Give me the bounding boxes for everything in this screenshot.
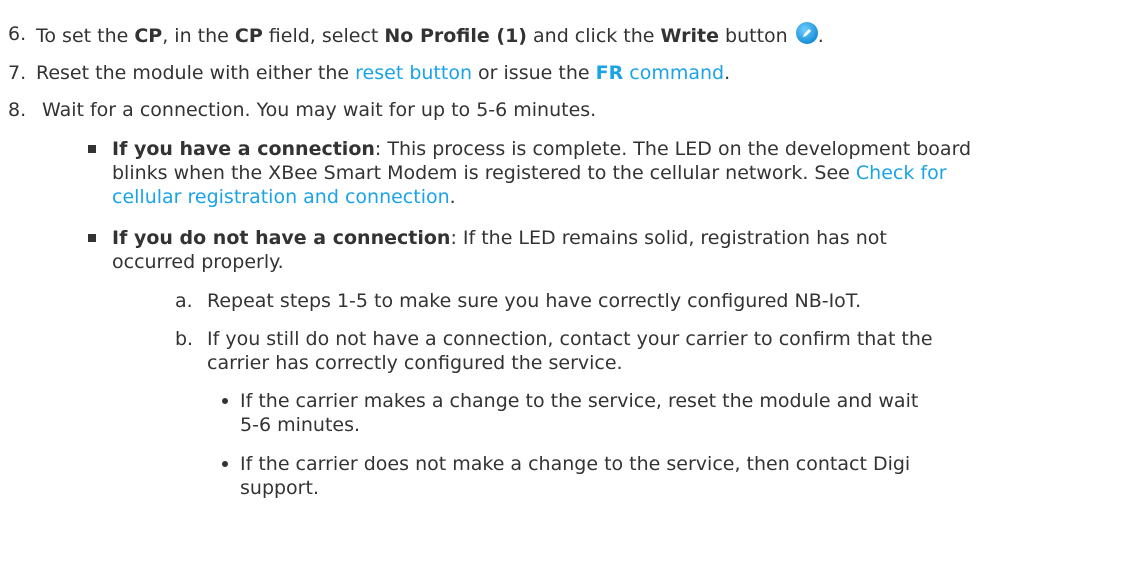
bullet-connection-line-2: blinks when the XBee Smart Modem is regi… bbox=[112, 161, 947, 185]
step-text: . bbox=[724, 62, 731, 84]
sub-step-letter: b. bbox=[175, 328, 194, 350]
bullet-text: : If the LED remains solid, registration… bbox=[450, 227, 887, 249]
sub-step-text: If you still do not have a connection, c… bbox=[207, 328, 933, 350]
bullet-connection-line-1: If you have a connection: This process i… bbox=[112, 137, 971, 161]
bullet-dot bbox=[222, 461, 228, 467]
cp-term: CP bbox=[134, 25, 163, 47]
write-pencil-icon bbox=[795, 22, 818, 44]
step-text: . bbox=[817, 25, 824, 47]
step-number: 8. bbox=[8, 99, 27, 121]
reset-button-link[interactable]: reset button bbox=[355, 62, 472, 84]
sub-bullet-2-line-1: If the carrier does not make a change to… bbox=[240, 452, 910, 476]
bullet-text: occurred properly. bbox=[112, 251, 284, 273]
step-text: Wait for a connection. You may wait for … bbox=[42, 99, 597, 121]
bullet-square bbox=[88, 234, 96, 242]
sub-bullet-1-line-1: If the carrier makes a change to the ser… bbox=[240, 389, 918, 413]
sub-step-letter: a. bbox=[175, 290, 193, 312]
sub-bullet-text: If the carrier makes a change to the ser… bbox=[240, 390, 919, 412]
step-text: To set the bbox=[36, 25, 135, 47]
sub-bullet-text: 5-6 minutes. bbox=[240, 414, 361, 436]
fr-command-link[interactable]: FR command bbox=[596, 62, 724, 84]
sub-step-text: Repeat steps 1-5 to make sure you have c… bbox=[207, 290, 862, 312]
check-registration-link[interactable]: cellular registration and connection bbox=[112, 186, 450, 208]
bullet-heading: If you have a connection bbox=[112, 138, 375, 160]
bullet-text: blinks when the XBee Smart Modem is regi… bbox=[112, 162, 856, 184]
bullet-connection-line-3: cellular registration and connection. bbox=[112, 185, 456, 209]
command-label: command bbox=[623, 62, 725, 84]
step-text: button bbox=[719, 25, 794, 47]
sub-step-b: b. If you still do not have a connection… bbox=[175, 327, 933, 351]
step-number: 7. bbox=[8, 62, 27, 84]
fr-term: FR bbox=[595, 62, 624, 84]
bullet-text: : This process is complete. The LED on t… bbox=[374, 138, 972, 160]
cp-term: CP bbox=[234, 25, 263, 47]
step-text: and click the bbox=[526, 25, 661, 47]
sub-bullet-2-line-2: support. bbox=[240, 476, 319, 500]
bullet-heading: If you do not have a connection bbox=[112, 227, 451, 249]
sub-step-b-line-2: carrier has correctly configured the ser… bbox=[207, 351, 623, 375]
step-number: 6. bbox=[8, 23, 27, 45]
step-text: , in the bbox=[162, 25, 235, 47]
sub-bullet-1-line-2: 5-6 minutes. bbox=[240, 413, 360, 437]
check-registration-link[interactable]: Check for bbox=[856, 162, 947, 184]
bullet-no-connection-line-2: occurred properly. bbox=[112, 250, 284, 274]
step-text: Reset the module with either the bbox=[36, 62, 356, 84]
bullet-text: . bbox=[449, 186, 456, 208]
step-text: or issue the bbox=[472, 62, 596, 84]
step-text: field, select bbox=[262, 25, 385, 47]
bullet-no-connection-line-1: If you do not have a connection: If the … bbox=[112, 226, 887, 250]
no-profile-term: No Profile (1) bbox=[384, 25, 527, 47]
bullet-square bbox=[88, 145, 96, 153]
sub-step-a: a. Repeat steps 1-5 to make sure you hav… bbox=[175, 289, 861, 313]
sub-bullet-text: If the carrier does not make a change to… bbox=[240, 453, 911, 475]
sub-bullet-text: support. bbox=[240, 477, 319, 499]
sub-step-text: carrier has correctly configured the ser… bbox=[207, 352, 623, 374]
bullet-dot bbox=[222, 398, 228, 404]
write-term: Write bbox=[660, 25, 720, 47]
